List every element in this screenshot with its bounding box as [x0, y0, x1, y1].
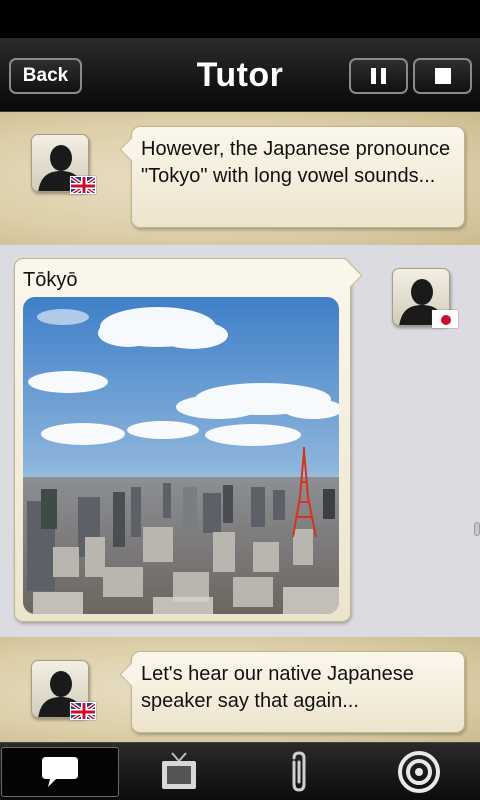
uk-flag-icon: [70, 176, 96, 194]
tab-media[interactable]: [120, 747, 238, 797]
stop-button[interactable]: [413, 58, 472, 94]
message-bubble: However, the Japanese pronounce "Tokyo" …: [131, 126, 465, 228]
bottom-tab-bar: [0, 742, 480, 800]
pause-icon: [371, 68, 386, 84]
scroll-handle[interactable]: [474, 522, 480, 536]
message-text: Let's hear our native Japanese speaker s…: [141, 663, 414, 712]
paperclip-icon: [292, 751, 306, 792]
message-text: However, the Japanese pronounce "Tokyo" …: [141, 138, 451, 187]
tab-attachments[interactable]: [240, 747, 358, 797]
list-item: Let's hear our native Japanese speaker s…: [0, 637, 480, 742]
image-caption: Tōkyō: [23, 269, 78, 291]
list-item: However, the Japanese pronounce "Tokyo" …: [0, 112, 480, 245]
tab-chat[interactable]: [1, 747, 119, 797]
pause-button[interactable]: [349, 58, 408, 94]
page-title: Tutor: [196, 56, 284, 94]
japan-flag-icon: [432, 310, 458, 328]
status-bar: [0, 0, 480, 38]
tokyo-skyline-photo[interactable]: [23, 297, 339, 614]
uk-flag-icon: [70, 702, 96, 720]
chat-list[interactable]: However, the Japanese pronounce "Tokyo" …: [0, 112, 480, 742]
message-bubble: Tōkyō: [14, 258, 351, 622]
tv-icon: [162, 752, 196, 789]
target-icon: [398, 751, 440, 793]
speech-bubble-icon: [42, 757, 78, 787]
message-bubble: Let's hear our native Japanese speaker s…: [131, 651, 465, 733]
title-bar: Back Tutor: [0, 38, 480, 112]
tab-target[interactable]: [360, 747, 478, 797]
stop-icon: [434, 68, 451, 84]
